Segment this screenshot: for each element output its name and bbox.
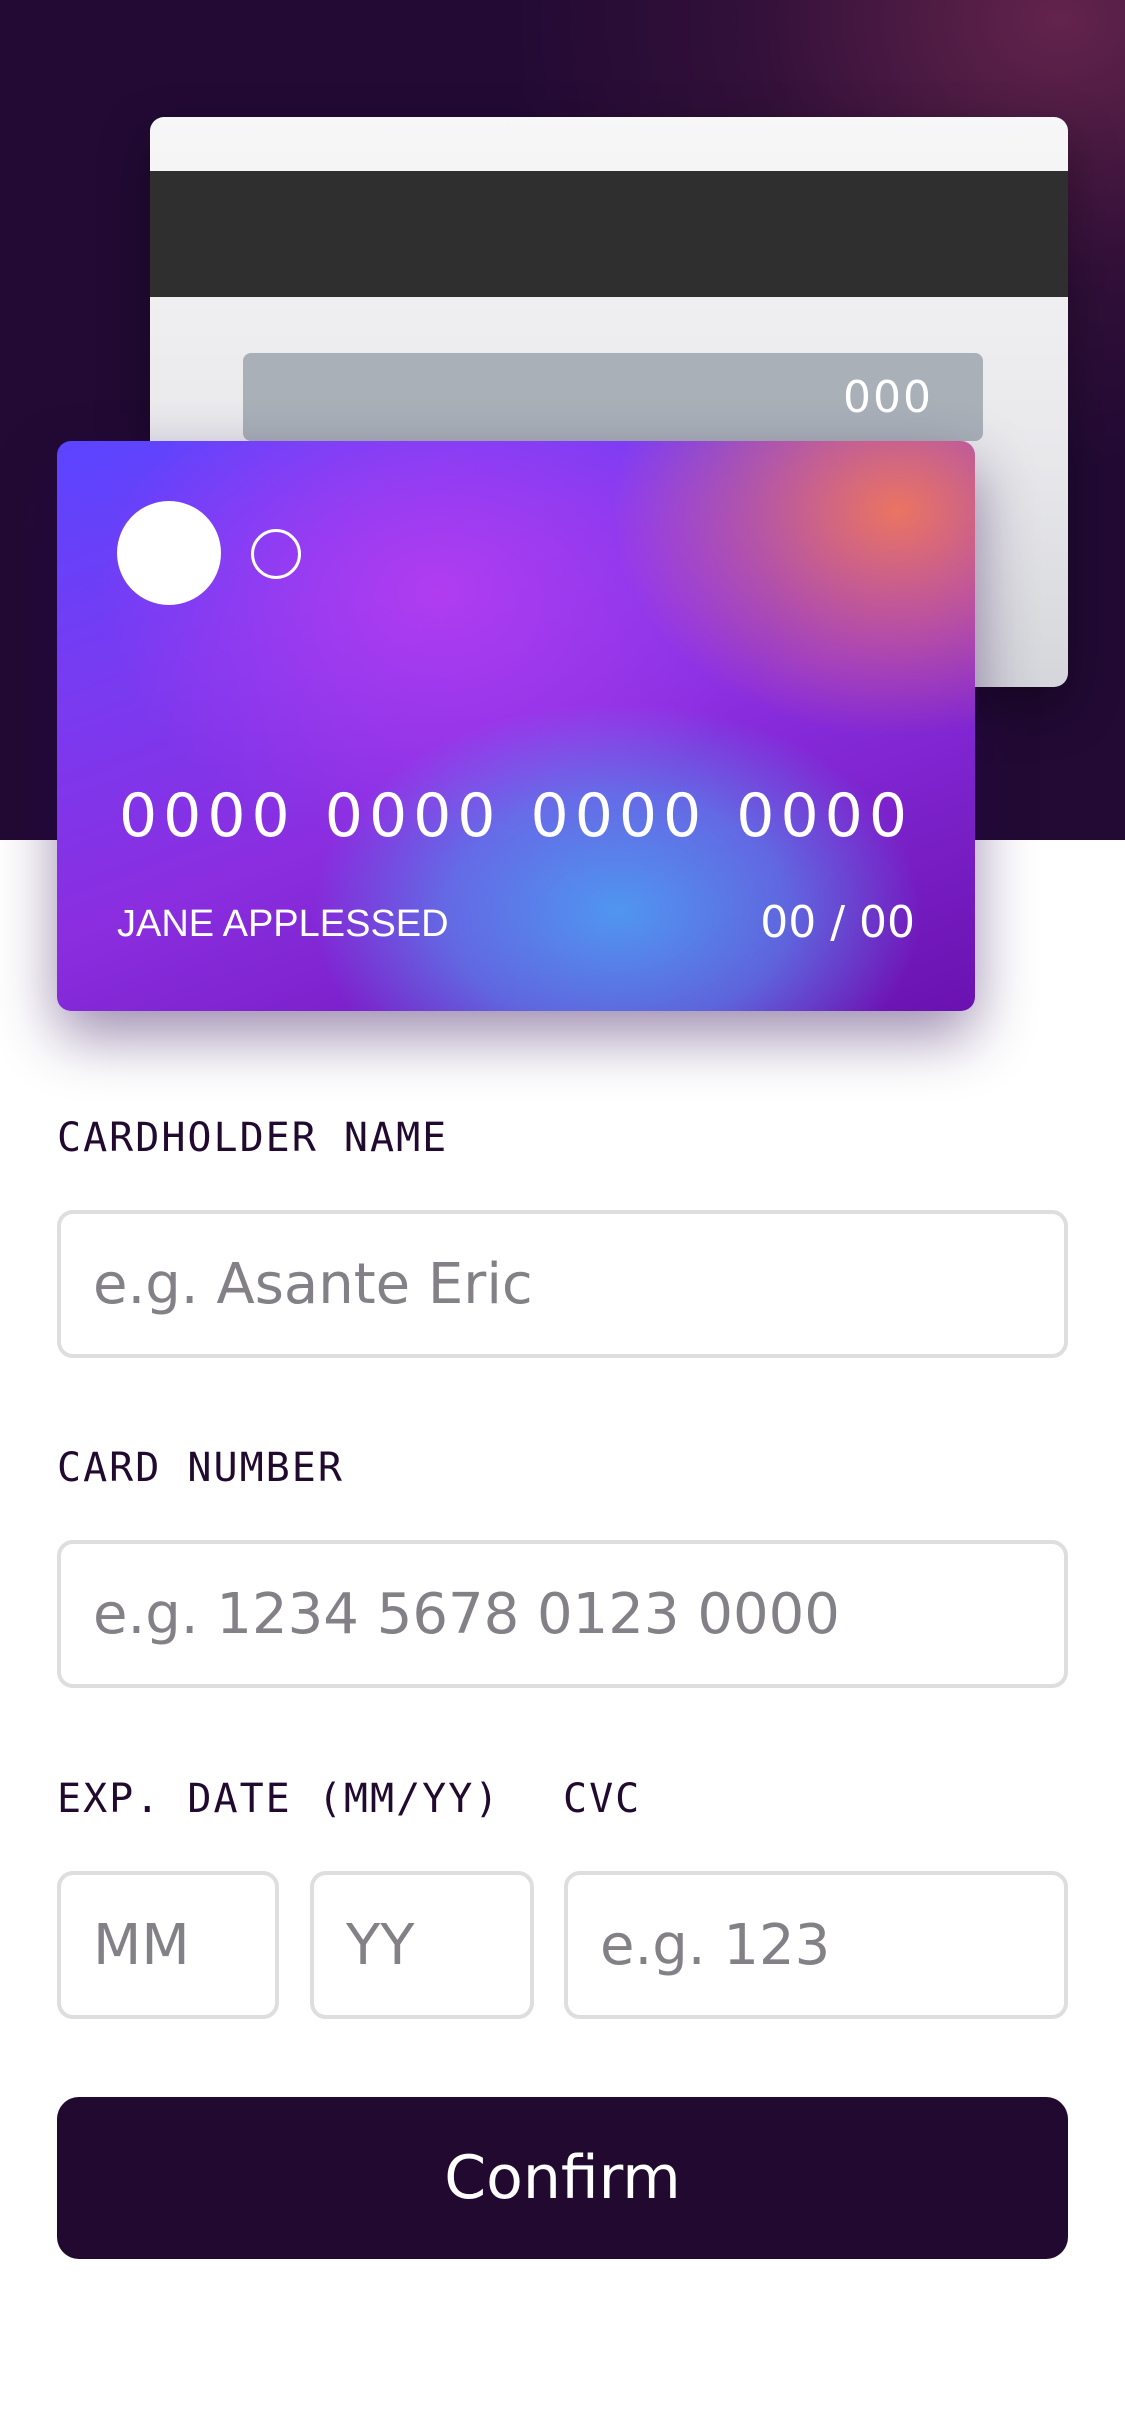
card-number-label: CARD NUMBER	[57, 1445, 344, 1491]
cardholder-name-display: JANE APPLESSED	[117, 903, 449, 945]
card-front: 0000 0000 0000 0000 JANE APPLESSED 00 / …	[57, 441, 975, 1011]
exp-month-input[interactable]	[57, 1871, 279, 2019]
card-logo-filled-circle-icon	[117, 501, 221, 605]
cardholder-name-label: CARDHOLDER NAME	[57, 1115, 449, 1161]
cardholder-name-input[interactable]	[57, 1210, 1068, 1358]
card-expiry-display: 00 / 00	[760, 897, 915, 948]
confirm-button[interactable]: Confirm	[57, 2097, 1068, 2259]
card-number-display: 0000 0000 0000 0000	[119, 781, 913, 851]
signature-strip: 000	[243, 353, 983, 441]
magnetic-stripe	[150, 171, 1068, 297]
card-number-input[interactable]	[57, 1540, 1068, 1688]
card-back-cvc: 000	[843, 371, 933, 423]
cvc-label: CVC	[563, 1776, 642, 1822]
exp-year-input[interactable]	[310, 1871, 534, 2019]
card-logo-outline-circle-icon	[251, 529, 301, 579]
cvc-input[interactable]	[564, 1871, 1068, 2019]
exp-date-label: EXP. DATE (MM/YY)	[57, 1776, 501, 1822]
